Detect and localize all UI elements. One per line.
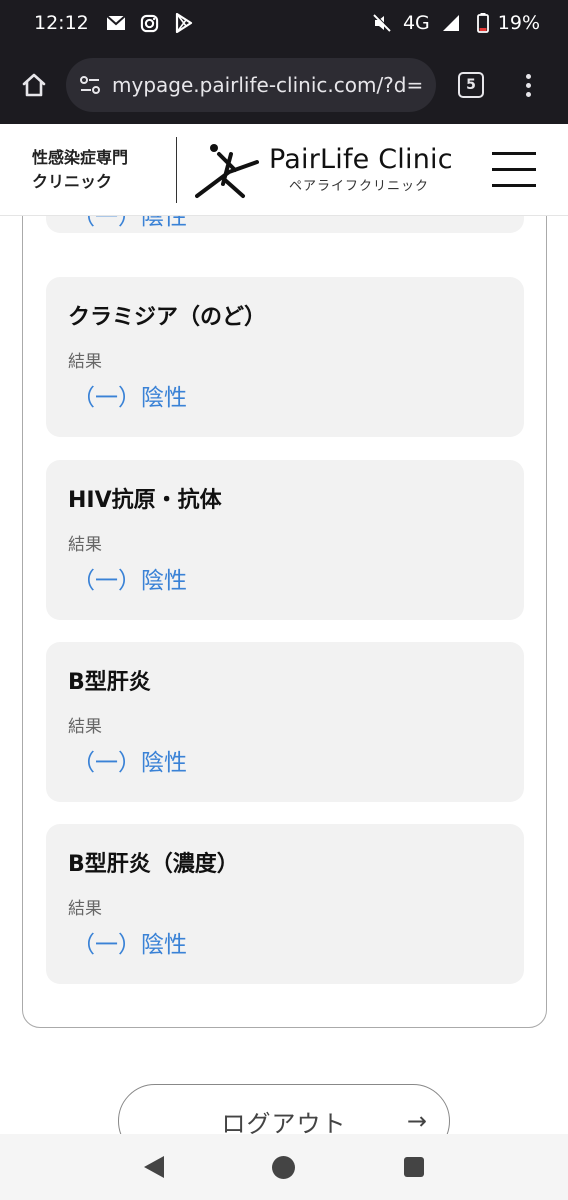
menu-dot-icon (525, 73, 531, 79)
mute-icon (371, 12, 393, 34)
result-value: （一）陰性 (72, 750, 187, 776)
result-value: （一）陰性 (72, 216, 187, 230)
result-label: 結果 (68, 899, 102, 919)
logout-label: ログアウト (221, 1109, 347, 1135)
result-label: 結果 (68, 717, 102, 737)
battery-percent: 19% (497, 12, 540, 34)
recent-apps-icon[interactable] (403, 1157, 424, 1177)
tab-switcher-button[interactable]: 5 (458, 72, 484, 98)
signal-icon (440, 12, 462, 34)
battery-icon (472, 12, 494, 34)
site-settings-icon (80, 76, 100, 94)
system-navigation-bar (0, 1134, 568, 1200)
result-value: （一）陰性 (72, 385, 187, 411)
main-content: （一）陰性 クラミジア（のど） 結果 （一）陰性 HIV抗原・抗体 結果 （一）… (0, 216, 568, 1134)
home-circle-icon[interactable] (272, 1155, 296, 1179)
network-type: 4G (402, 12, 430, 34)
hamburger-menu-button[interactable] (492, 152, 536, 187)
test-name: HIV抗原・抗体 (68, 488, 222, 513)
status-time: 12:12 (34, 12, 89, 34)
status-bar: 12:12 4G 19% (0, 0, 568, 46)
menu-line-icon (492, 184, 536, 187)
result-card: HIV抗原・抗体 結果 （一）陰性 (46, 460, 524, 620)
brand-name: PairLife Clinic (269, 144, 453, 175)
logout-button[interactable]: ログアウト → (118, 1084, 450, 1134)
instagram-icon (139, 12, 161, 34)
menu-line-icon (492, 168, 536, 171)
browser-menu-button[interactable] (524, 73, 532, 97)
browser-toolbar: mypage.pairlife-clinic.com/?d=2 5 (0, 46, 568, 124)
home-button[interactable] (18, 69, 50, 101)
test-name: クラミジア（のど） (68, 305, 267, 330)
back-icon[interactable] (144, 1156, 165, 1178)
play-store-icon (173, 12, 195, 34)
arrow-right-icon: → (406, 1107, 427, 1134)
result-value: （一）陰性 (72, 932, 187, 958)
test-name: B型肝炎 (68, 670, 151, 695)
result-card: クラミジア（のど） 結果 （一）陰性 (46, 277, 524, 437)
site-header: 性感染症専門 クリニック PairLife Clinic ペアライフクリニック (0, 124, 568, 216)
result-card: B型肝炎（濃度） 結果 （一）陰性 (46, 824, 524, 984)
tagline-line-2: クリニック (32, 171, 113, 191)
tagline-line-1: 性感染症専門 (32, 147, 129, 167)
results-panel: （一）陰性 クラミジア（のど） 結果 （一）陰性 HIV抗原・抗体 結果 （一）… (22, 216, 547, 1028)
test-name: B型肝炎（濃度） (68, 852, 239, 877)
result-card: （一）陰性 (46, 216, 524, 233)
clinic-logo[interactable]: PairLife Clinic ペアライフクリニック (195, 140, 453, 200)
menu-dot-icon (525, 91, 531, 97)
menu-dot-icon (525, 82, 531, 88)
home-icon (22, 73, 46, 97)
menu-line-icon (492, 152, 536, 155)
result-card: B型肝炎 結果 （一）陰性 (46, 642, 524, 802)
result-label: 結果 (68, 535, 102, 555)
address-bar[interactable]: mypage.pairlife-clinic.com/?d=2 (66, 58, 436, 112)
pairlife-logo-icon (195, 143, 259, 198)
brand-name-katakana: ペアライフクリニック (289, 179, 430, 194)
url-text: mypage.pairlife-clinic.com/?d=2 (112, 73, 424, 97)
result-label: 結果 (68, 352, 102, 372)
mail-icon (105, 12, 127, 34)
header-divider (176, 136, 177, 203)
clinic-tagline: 性感染症専門 クリニック (32, 146, 152, 194)
result-value: （一）陰性 (72, 568, 187, 594)
